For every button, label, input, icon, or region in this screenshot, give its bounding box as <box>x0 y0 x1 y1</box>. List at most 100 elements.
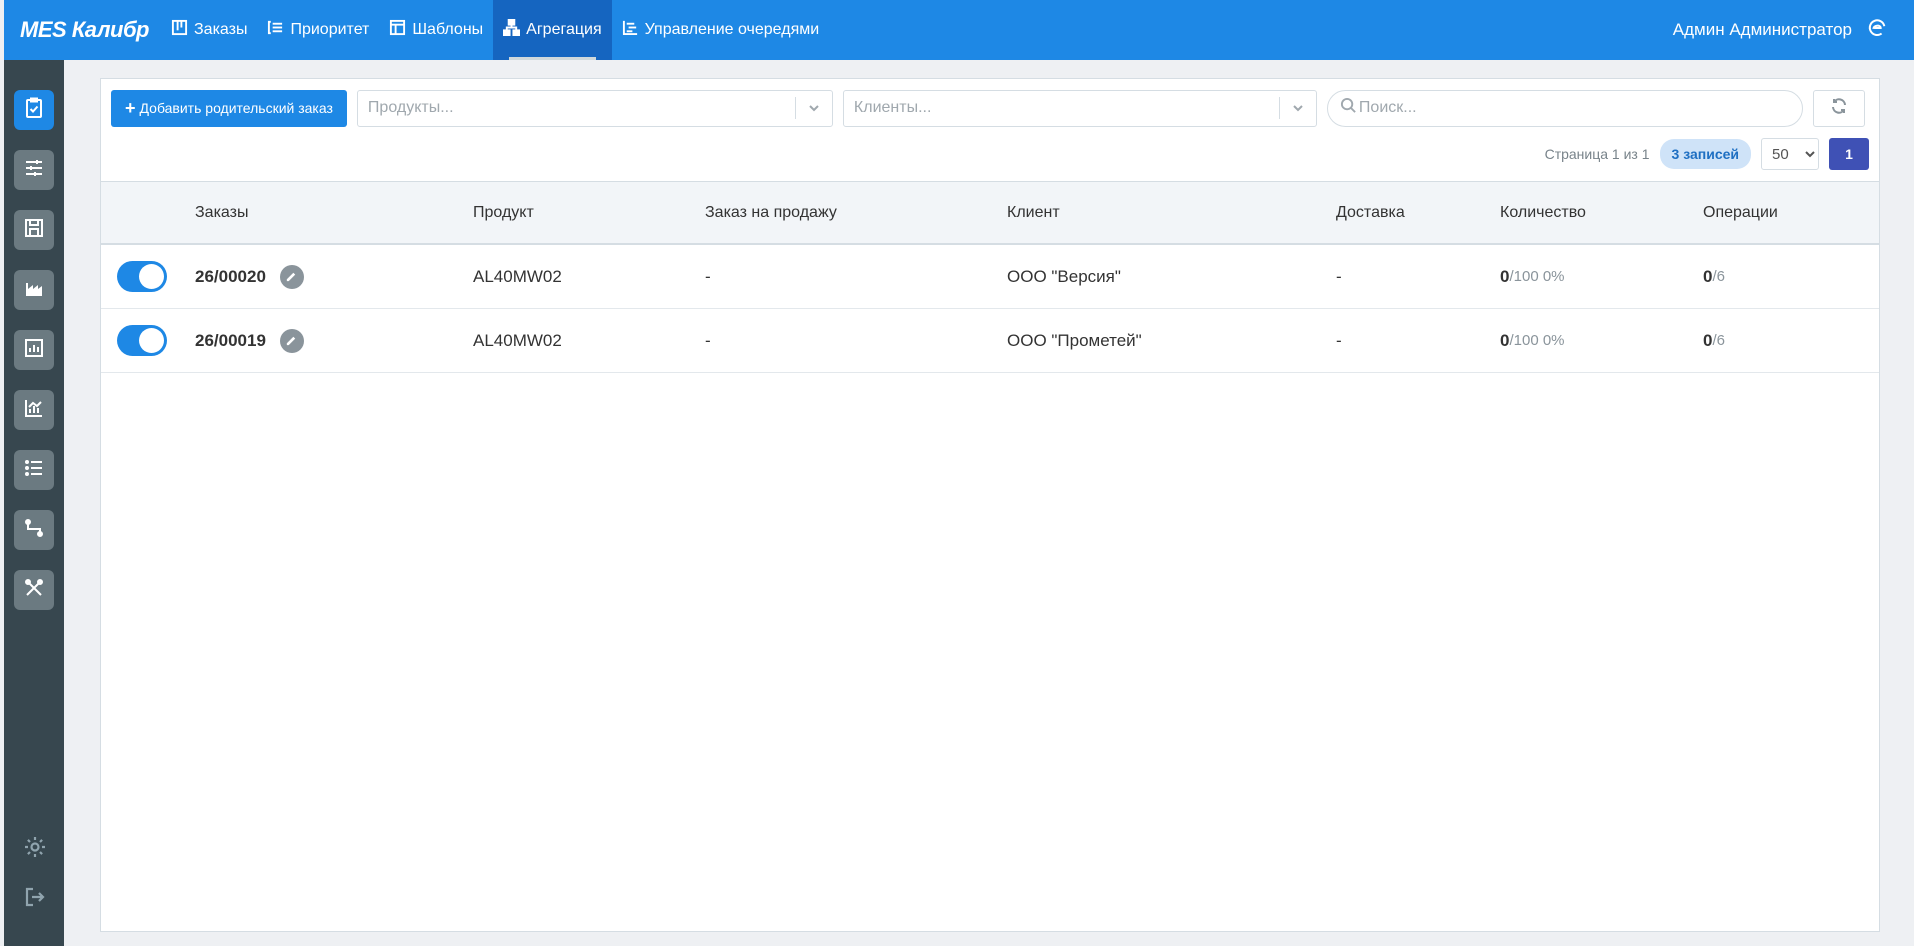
priority-icon <box>267 19 284 41</box>
quantity-cell: 0/100 0% <box>1500 245 1565 308</box>
column-header-operations[interactable]: Операции <box>1703 182 1778 244</box>
nav-item-label: Управление очередями <box>644 21 820 38</box>
orders-icon <box>23 97 45 124</box>
order-number[interactable]: 26/00019 <box>195 331 266 351</box>
sidebar-item-reports[interactable] <box>14 330 54 370</box>
nav-item-label: Агрегация <box>526 21 602 38</box>
nav-item-priority[interactable]: Приоритет <box>257 0 379 60</box>
records-count-badge: 3 записей <box>1659 139 1751 169</box>
user-menu[interactable]: Админ Администратор <box>1673 17 1914 44</box>
order-toggle[interactable] <box>117 325 167 356</box>
nav-item-label: Приоритет <box>290 21 370 38</box>
sidebar <box>4 60 64 946</box>
table-header: Заказы Продукт Заказ на продажу Клиент Д… <box>101 181 1879 245</box>
operations-cell: 0/6 <box>1703 245 1725 308</box>
order-cell: 26/00020 <box>195 245 304 308</box>
sidebar-logout[interactable] <box>22 886 48 912</box>
nav-item-orders[interactable]: Заказы <box>161 0 257 60</box>
sidebar-item-orders[interactable] <box>14 90 54 130</box>
operations-done: 0 <box>1703 330 1713 350</box>
column-header-sales-order[interactable]: Заказ на продажу <box>705 182 837 244</box>
quantity-cell: 0/100 0% <box>1500 309 1565 372</box>
main-nav: Заказы Приоритет Шаблоны Агрегация Управ… <box>161 0 829 60</box>
edit-order-button[interactable] <box>279 328 304 353</box>
sidebar-item-list[interactable] <box>14 450 54 490</box>
sidebar-item-routes[interactable] <box>14 510 54 550</box>
page-button-current[interactable]: 1 <box>1829 138 1869 170</box>
operations-done: 0 <box>1703 266 1713 286</box>
route-icon <box>23 517 45 544</box>
pagination: Страница 1 из 1 3 записей 50 1 <box>1545 137 1869 171</box>
search-box[interactable] <box>1326 89 1803 127</box>
chevron-down-icon[interactable] <box>1280 101 1316 115</box>
plus-icon: + <box>125 98 136 118</box>
nav-item-label: Шаблоны <box>412 21 484 38</box>
clients-input[interactable] <box>843 90 1279 126</box>
page-info: Страница 1 из 1 <box>1544 146 1650 162</box>
quantity-total: /100 0% <box>1509 332 1565 349</box>
column-header-client[interactable]: Клиент <box>1007 182 1060 244</box>
nav-item-queue-management[interactable]: Управление очередями <box>612 0 830 60</box>
user-name[interactable]: Админ Администратор <box>1673 20 1852 40</box>
delivery-cell: - <box>1336 266 1342 286</box>
quantity-done: 0 <box>1500 266 1510 286</box>
delivery-cell: - <box>1336 330 1342 350</box>
add-parent-order-button[interactable]: + Добавить родительский заказ <box>111 89 347 127</box>
toolbar: + Добавить родительский заказ <box>111 89 1869 127</box>
operations-total: /6 <box>1712 332 1725 349</box>
table-row[interactable]: 26/00020 AL40MW02 - ООО "Версия" - 0/100… <box>101 245 1879 309</box>
order-number[interactable]: 26/00020 <box>195 267 266 287</box>
sidebar-item-priority[interactable] <box>14 150 54 190</box>
quantity-done: 0 <box>1500 330 1510 350</box>
chevron-down-icon[interactable] <box>796 101 832 115</box>
factory-icon <box>23 277 45 304</box>
refresh-button[interactable] <box>1812 89 1865 127</box>
edge-icon[interactable] <box>1866 17 1888 44</box>
sliders-icon <box>23 157 45 184</box>
edit-order-button[interactable] <box>279 264 304 289</box>
aggregation-icon <box>503 19 521 41</box>
product-cell: AL40MW02 <box>473 330 562 350</box>
nav-item-aggregation[interactable]: Агрегация <box>493 0 612 60</box>
top-navbar: MES Калибр Заказы Приоритет Шаблоны Агре… <box>4 0 1914 60</box>
order-toggle[interactable] <box>117 261 167 292</box>
column-header-quantity[interactable]: Количество <box>1500 182 1586 244</box>
sales-order-cell: - <box>705 330 711 350</box>
column-header-orders[interactable]: Заказы <box>195 182 248 244</box>
client-cell: ООО "Версия" <box>1007 266 1121 286</box>
refresh-icon <box>1830 97 1848 120</box>
list-icon <box>23 457 45 484</box>
template-icon <box>389 19 406 41</box>
products-input[interactable] <box>357 90 795 126</box>
clients-select[interactable] <box>842 89 1317 127</box>
sidebar-item-tools[interactable] <box>14 570 54 610</box>
column-header-delivery[interactable]: Доставка <box>1336 182 1405 244</box>
brand-logo[interactable]: MES Калибр <box>4 17 161 43</box>
settings-icon <box>23 835 47 864</box>
sidebar-settings[interactable] <box>22 836 48 862</box>
queue-icon <box>622 19 639 41</box>
search-icon <box>1340 97 1357 119</box>
logout-icon <box>23 885 47 914</box>
sidebar-item-save[interactable] <box>14 210 54 250</box>
products-select[interactable] <box>356 89 833 127</box>
column-header-product[interactable]: Продукт <box>473 182 534 244</box>
add-parent-order-label: Добавить родительский заказ <box>139 100 333 116</box>
orders-panel: + Добавить родительский заказ Страница 1… <box>100 78 1880 932</box>
line-chart-icon <box>23 397 45 424</box>
sidebar-item-production[interactable] <box>14 270 54 310</box>
sidebar-item-analytics[interactable] <box>14 390 54 430</box>
order-cell: 26/00019 <box>195 309 304 372</box>
save-icon <box>23 217 45 244</box>
tools-icon <box>23 577 45 604</box>
board-icon <box>171 19 188 41</box>
nav-item-templates[interactable]: Шаблоны <box>379 0 493 60</box>
client-cell: ООО "Прометей" <box>1007 330 1142 350</box>
page-size-select[interactable]: 50 <box>1761 138 1819 170</box>
search-input[interactable] <box>1358 99 1802 117</box>
nav-item-label: Заказы <box>194 21 248 38</box>
table-row[interactable]: 26/00019 AL40MW02 - ООО "Прометей" - 0/1… <box>101 309 1879 373</box>
product-cell: AL40MW02 <box>473 266 562 286</box>
quantity-total: /100 0% <box>1509 268 1565 285</box>
sales-order-cell: - <box>705 266 711 286</box>
